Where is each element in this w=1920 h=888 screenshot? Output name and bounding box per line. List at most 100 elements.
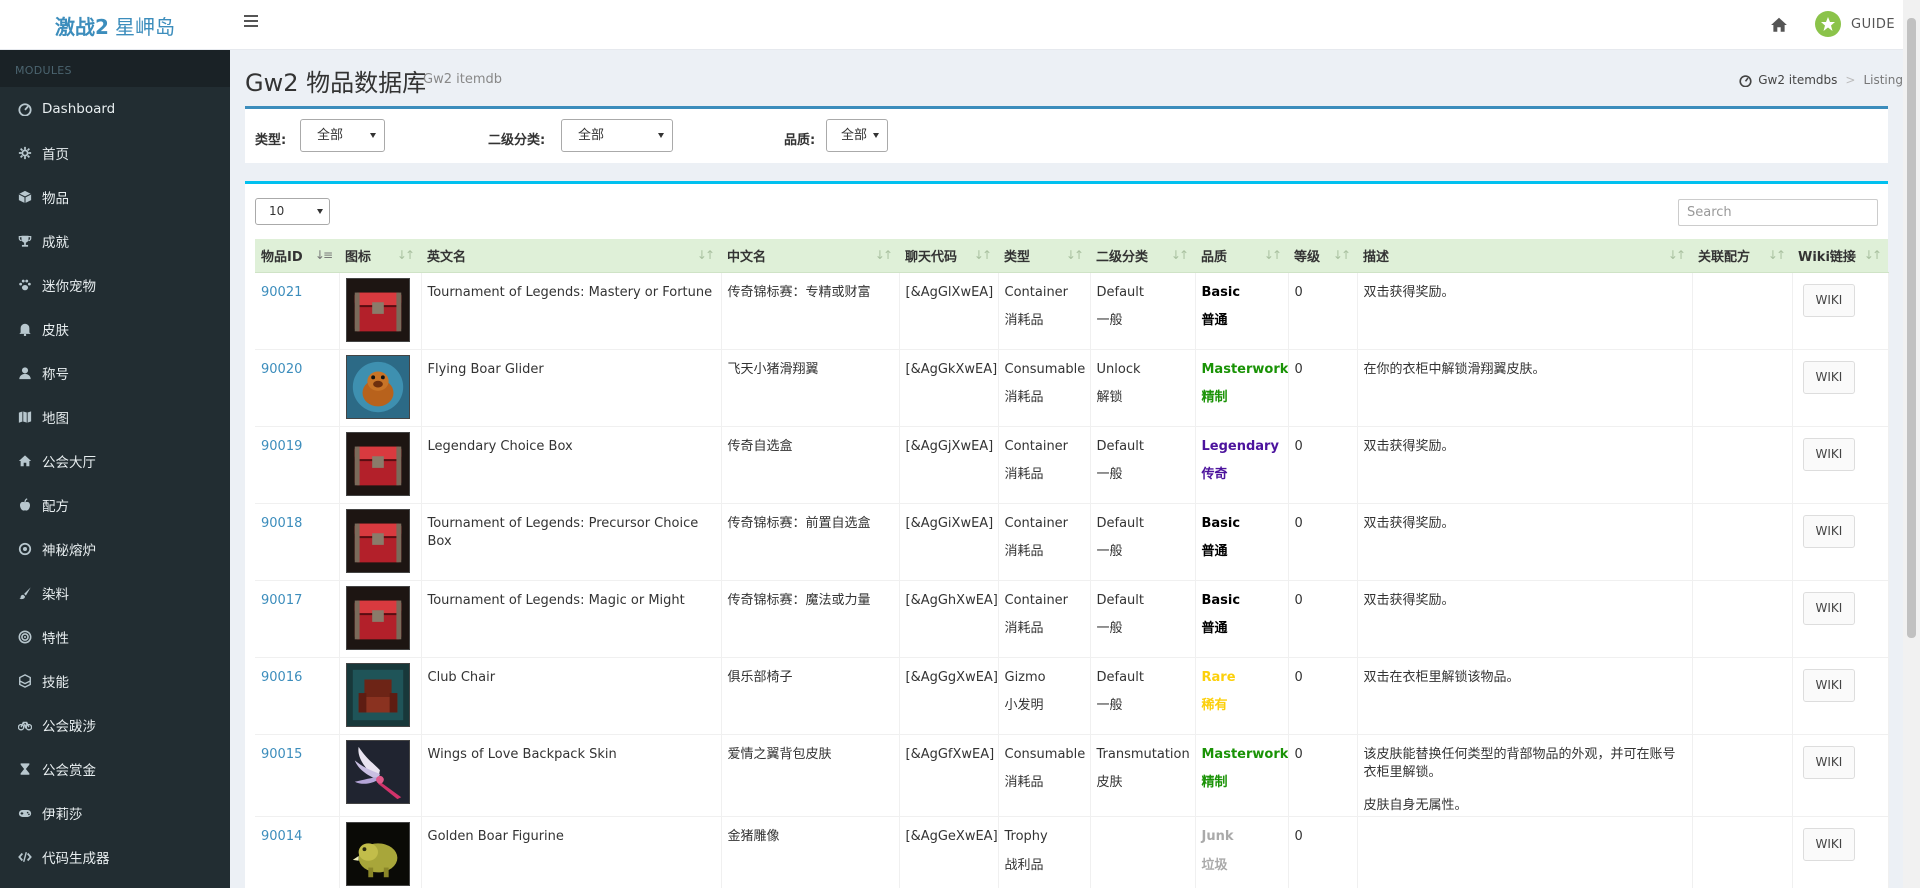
bicycle-icon <box>18 721 32 731</box>
sidebar-item[interactable]: 首页 <box>0 131 230 175</box>
map-icon <box>18 411 32 423</box>
type-filter-select[interactable]: 全部 <box>300 119 385 152</box>
wiki-button[interactable]: WIKI <box>1802 668 1856 702</box>
sort-icon: ↓↑ <box>1065 248 1084 262</box>
rarity-filter-select[interactable]: 全部 <box>826 119 888 152</box>
column-header[interactable]: 等级 ↓↑ <box>1288 239 1357 273</box>
wiki-button[interactable]: WIKI <box>1802 514 1856 548</box>
item-description-cell: 该皮肤能替换任何类型的背部物品的外观，并可在账号衣柜里解锁。 皮肤自身无属性。 <box>1357 734 1693 818</box>
column-header[interactable]: 聊天代码 ↓↑ <box>899 239 998 273</box>
item-wiki-cell: WIKI <box>1792 816 1889 888</box>
wiki-button[interactable]: WIKI <box>1802 283 1856 317</box>
item-wiki-cell: WIKI <box>1792 426 1889 504</box>
item-subtype-zh: 一般 <box>1096 698 1123 714</box>
item-chat-code: [&AgGkXwEA] <box>899 349 999 427</box>
item-wiki-cell: WIKI <box>1792 349 1889 427</box>
item-id-link[interactable]: 90015 <box>261 747 302 762</box>
page-scrollbar[interactable] <box>1903 0 1920 888</box>
column-header[interactable]: 关联配方 ↓↑ <box>1692 239 1792 273</box>
item-type-zh: 小发明 <box>1004 698 1044 714</box>
breadcrumb-home[interactable]: Gw2 itemdbs <box>1758 73 1837 87</box>
sidebar-item[interactable]: 公会跋涉 <box>0 703 230 747</box>
sidebar-item[interactable]: 伊莉莎 <box>0 791 230 835</box>
item-type-zh: 战利品 <box>1004 857 1044 873</box>
avatar <box>1815 11 1841 37</box>
sidebar-item[interactable]: 特性 <box>0 615 230 659</box>
sort-icon: ↓↑ <box>1767 248 1786 262</box>
search-input[interactable] <box>1678 199 1878 226</box>
sidebar-item[interactable]: 技能 <box>0 659 230 703</box>
item-rarity-zh: 普通 <box>1201 313 1228 329</box>
item-type-en: Gizmo <box>1004 669 1046 685</box>
sidebar-item[interactable]: 皮肤 <box>0 307 230 351</box>
home-icon <box>18 455 32 467</box>
column-header[interactable]: 英文名 ↓↑ <box>421 239 721 273</box>
column-header[interactable]: 描述 ↓↑ <box>1357 239 1692 273</box>
item-id-link[interactable]: 90016 <box>261 670 302 685</box>
item-subtype-zh: 解锁 <box>1096 390 1123 406</box>
item-subtype-zh: 一般 <box>1096 544 1123 560</box>
item-id-link[interactable]: 90019 <box>261 439 302 454</box>
item-description-cell: 双击获得奖励。 <box>1357 580 1693 658</box>
sidebar-item[interactable]: 代码生成器 <box>0 835 230 879</box>
column-header[interactable]: 中文名 ↓↑ <box>721 239 899 273</box>
item-wiki-cell: WIKI <box>1792 503 1889 581</box>
wiki-button[interactable]: WIKI <box>1802 591 1856 625</box>
item-subtype-en: Transmutation <box>1096 746 1190 762</box>
sidebar-item[interactable]: 染料 <box>0 571 230 615</box>
paw-icon <box>19 279 31 291</box>
column-header[interactable]: 物品ID ↓≡ <box>255 239 339 273</box>
user-menu[interactable]: GUIDE <box>1815 11 1895 37</box>
item-id-link[interactable]: 90020 <box>261 362 302 377</box>
column-header[interactable]: 二级分类 ↓↑ <box>1090 239 1195 273</box>
item-rarity-cell: Basic 普通 <box>1195 580 1289 658</box>
item-type-zh: 消耗品 <box>1004 621 1044 637</box>
table-row: 90020 Flying Boar Glider 飞天小猪滑翔翼 [&AgGkX… <box>255 349 1889 427</box>
sidebar-item[interactable]: 配方 <box>0 483 230 527</box>
item-type-en: Container <box>1004 438 1069 454</box>
sidebar: MODULES Dashboard 首页 物品 成就 迷你宠物 皮肤 称号 地图 公会大厅 配方神… <box>0 50 230 888</box>
scrollbar-thumb[interactable] <box>1907 18 1916 638</box>
sidebar-toggle-icon[interactable] <box>244 15 258 29</box>
item-rarity-cell: Basic 普通 <box>1195 272 1289 350</box>
item-rarity-zh: 稀有 <box>1201 698 1228 714</box>
sidebar-item[interactable]: 称号 <box>0 351 230 395</box>
sidebar-item[interactable]: 物品 <box>0 175 230 219</box>
column-header[interactable]: 图标 ↓↑ <box>339 239 421 273</box>
wiki-button[interactable]: WIKI <box>1802 828 1856 862</box>
item-chinese-name: 传奇锦标赛：专精或财富 <box>721 272 900 350</box>
item-description-line: 双击获得奖励。 <box>1363 592 1455 608</box>
wings-icon <box>345 739 410 804</box>
column-header-label: 聊天代码 <box>905 249 958 265</box>
wiki-button[interactable]: WIKI <box>1802 745 1856 779</box>
item-id-cell: 90015 <box>255 734 340 818</box>
sidebar-item[interactable]: 公会大厅 <box>0 439 230 483</box>
column-header[interactable]: Wiki链接 ↓↑ <box>1792 239 1888 273</box>
breadcrumb: Gw2 itemdbs > Listing <box>1739 73 1903 87</box>
page-title: Gw2 物品数据库 <box>245 69 427 97</box>
sidebar-item[interactable]: 成就 <box>0 219 230 263</box>
item-rarity-cell: Rare 稀有 <box>1195 657 1289 735</box>
item-id-link[interactable]: 90021 <box>261 285 302 300</box>
sidebar-item[interactable]: 迷你宠物 <box>0 263 230 307</box>
sidebar-item[interactable]: 公会赏金 <box>0 747 230 791</box>
wiki-button[interactable]: WIKI <box>1802 437 1856 471</box>
item-chinese-name: 金猪雕像 <box>721 816 900 888</box>
site-logo[interactable]: 激战2 星岬岛 <box>0 0 230 50</box>
column-header[interactable]: 品质 ↓↑ <box>1195 239 1288 273</box>
wiki-button[interactable]: WIKI <box>1802 360 1856 394</box>
item-english-name: Tournament of Legends: Magic or Might <box>421 580 722 658</box>
item-type-zh: 消耗品 <box>1004 544 1044 560</box>
item-type-cell: Container 消耗品 <box>998 426 1091 504</box>
subtype-filter-select[interactable]: 全部 <box>561 119 673 152</box>
item-id-link[interactable]: 90018 <box>261 516 302 531</box>
dashboard-icon <box>1739 74 1752 87</box>
page-length-select[interactable]: 10 <box>255 198 330 225</box>
sidebar-item[interactable]: 神秘熔炉 <box>0 527 230 571</box>
sidebar-item[interactable]: Dashboard <box>0 87 230 131</box>
sidebar-item[interactable]: 地图 <box>0 395 230 439</box>
column-header[interactable]: 类型 ↓↑ <box>998 239 1090 273</box>
item-id-link[interactable]: 90014 <box>261 829 302 844</box>
item-id-link[interactable]: 90017 <box>261 593 302 608</box>
home-icon[interactable] <box>1770 16 1788 34</box>
